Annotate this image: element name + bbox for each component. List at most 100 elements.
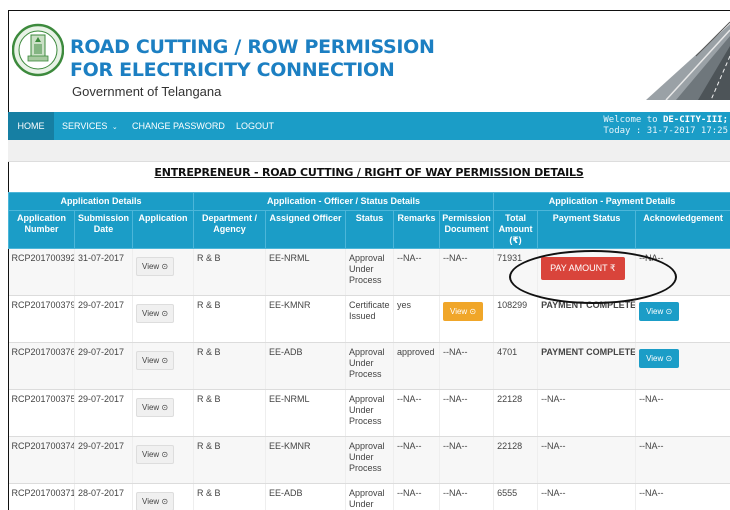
view-acknowledgement-button[interactable]: View ⊙ [639, 302, 680, 321]
cell-permission-document: --NA-- [439, 389, 495, 437]
view-application-button[interactable]: View ⊙ [136, 445, 175, 464]
main-nav: HOME SERVICES ⌄ CHANGE PASSWORD LOGOUT W… [8, 112, 730, 140]
sub-strip [8, 140, 730, 162]
view-application-button[interactable]: View ⊙ [136, 257, 175, 276]
col-total-amount: Total Amount (₹) [493, 210, 539, 249]
col-application-number: Application Number [8, 210, 75, 249]
cell-application-number: RCP201700392 [8, 248, 75, 296]
welcome-prefix: Welcome to [603, 115, 663, 125]
cell-status: Approval Under Process [345, 248, 394, 296]
cell-assigned-officer: EE-ADB [265, 483, 346, 510]
today-date: Today : 31-7-2017 17:25 [603, 126, 728, 136]
group-header-payment-details: Application - Payment Details [493, 192, 730, 211]
col-acknowledgement: Acknowledgement [635, 210, 730, 249]
col-permission-document: Permission Document [438, 210, 495, 249]
cell-acknowledgement: --NA-- [635, 389, 730, 437]
cell-acknowledgement: View ⊙ [635, 295, 730, 343]
view-application-button[interactable]: View ⊙ [136, 398, 175, 417]
site-title-line1: ROAD CUTTING / ROW PERMISSION [70, 36, 435, 58]
cell-payment-status: PAY AMOUNT ₹ [537, 248, 637, 296]
table-row: RCP201700375 29-07-2017 View ⊙ R & B EE-… [8, 389, 730, 437]
cell-payment-status: PAYMENT COMPLETED [537, 342, 637, 390]
view-application-button[interactable]: View ⊙ [136, 351, 175, 370]
cell-application: View ⊙ [132, 436, 194, 484]
group-header-application-details: Application Details [8, 192, 194, 211]
nav-services[interactable]: SERVICES ⌄ [62, 112, 118, 140]
nav-home[interactable]: HOME [8, 112, 54, 140]
cell-department: R & B [193, 389, 266, 437]
cell-application-number: RCP201700375 [8, 389, 75, 437]
cell-assigned-officer: EE-KMNR [265, 295, 346, 343]
cell-total-amount: 6555 [493, 483, 539, 510]
cell-status: Approval Under Process [345, 342, 394, 390]
nav-services-label: SERVICES [62, 121, 108, 131]
cell-acknowledgement: --NA-- [635, 248, 730, 296]
cell-remarks: --NA-- [393, 389, 440, 437]
cell-total-amount: 71931 [493, 248, 539, 296]
site-title-line2: FOR ELECTRICITY CONNECTION [70, 59, 395, 81]
cell-application: View ⊙ [132, 483, 194, 510]
table-row: RCP201700376 29-07-2017 View ⊙ R & B EE-… [8, 342, 730, 390]
cell-application-number: RCP201700371 [8, 483, 75, 510]
view-application-button[interactable]: View ⊙ [136, 304, 175, 323]
cell-total-amount: 108299 [493, 295, 539, 343]
site-header: ROAD CUTTING / ROW PERMISSION FOR ELECTR… [0, 0, 730, 112]
applications-table: Application Details Application - Office… [8, 192, 730, 510]
cell-application: View ⊙ [132, 295, 194, 343]
cell-payment-status: --NA-- [537, 483, 637, 510]
nav-logout[interactable]: LOGOUT [236, 112, 274, 140]
table-row: RCP201700379 29-07-2017 View ⊙ R & B EE-… [8, 295, 730, 343]
cell-submission-date: 29-07-2017 [74, 295, 133, 343]
col-application: Application [132, 210, 194, 249]
cell-payment-status: PAYMENT COMPLETED [537, 295, 637, 343]
cell-assigned-officer: EE-NRML [265, 389, 346, 437]
cell-permission-document: --NA-- [439, 436, 495, 484]
cell-payment-status: --NA-- [537, 436, 637, 484]
cell-department: R & B [193, 342, 266, 390]
cell-submission-date: 29-07-2017 [74, 389, 133, 437]
col-payment-status: Payment Status [537, 210, 637, 249]
welcome-text: Welcome to DE-CITY-III; Today : 31-7-201… [603, 115, 728, 137]
cell-total-amount: 22128 [493, 436, 539, 484]
cell-assigned-officer: EE-KMNR [265, 436, 346, 484]
cell-remarks: approved [393, 342, 440, 390]
cell-application-number: RCP201700379 [8, 295, 75, 343]
cell-payment-status: --NA-- [537, 389, 637, 437]
cell-total-amount: 4701 [493, 342, 539, 390]
pay-amount-button[interactable]: PAY AMOUNT ₹ [541, 257, 625, 280]
cell-status: Certificate Issued [345, 295, 394, 343]
cell-assigned-officer: EE-ADB [265, 342, 346, 390]
road-highway-image [636, 16, 730, 100]
view-acknowledgement-button[interactable]: View ⊙ [639, 349, 680, 368]
cell-submission-date: 29-07-2017 [74, 436, 133, 484]
cell-status: Approval Under Process [345, 436, 394, 484]
cell-submission-date: 31-07-2017 [74, 248, 133, 296]
view-application-button[interactable]: View ⊙ [136, 492, 175, 510]
telangana-emblem-icon [12, 23, 64, 77]
col-remarks: Remarks [393, 210, 440, 249]
table-row: RCP201700392 31-07-2017 View ⊙ R & B EE-… [8, 248, 730, 296]
cell-application-number: RCP201700376 [8, 342, 75, 390]
cell-remarks: --NA-- [393, 483, 440, 510]
cell-permission-document: View ⊙ [439, 295, 495, 343]
view-permission-document-button[interactable]: View ⊙ [443, 302, 484, 321]
cell-application: View ⊙ [132, 248, 194, 296]
cell-remarks: yes [393, 295, 440, 343]
cell-total-amount: 22128 [493, 389, 539, 437]
cell-department: R & B [193, 436, 266, 484]
cell-permission-document: --NA-- [439, 483, 495, 510]
cell-department: R & B [193, 295, 266, 343]
cell-application: View ⊙ [132, 342, 194, 390]
cell-acknowledgement: View ⊙ [635, 342, 730, 390]
cell-status: Approval Under [345, 483, 394, 510]
cell-submission-date: 29-07-2017 [74, 342, 133, 390]
chevron-down-icon: ⌄ [111, 124, 118, 131]
welcome-user: DE-CITY-III; [662, 115, 728, 125]
nav-change-password[interactable]: CHANGE PASSWORD [132, 112, 225, 140]
site-subtitle: Government of Telangana [72, 84, 222, 99]
cell-assigned-officer: EE-NRML [265, 248, 346, 296]
cell-department: R & B [193, 483, 266, 510]
frame-top-line [8, 10, 730, 11]
col-status: Status [345, 210, 394, 249]
cell-remarks: --NA-- [393, 436, 440, 484]
